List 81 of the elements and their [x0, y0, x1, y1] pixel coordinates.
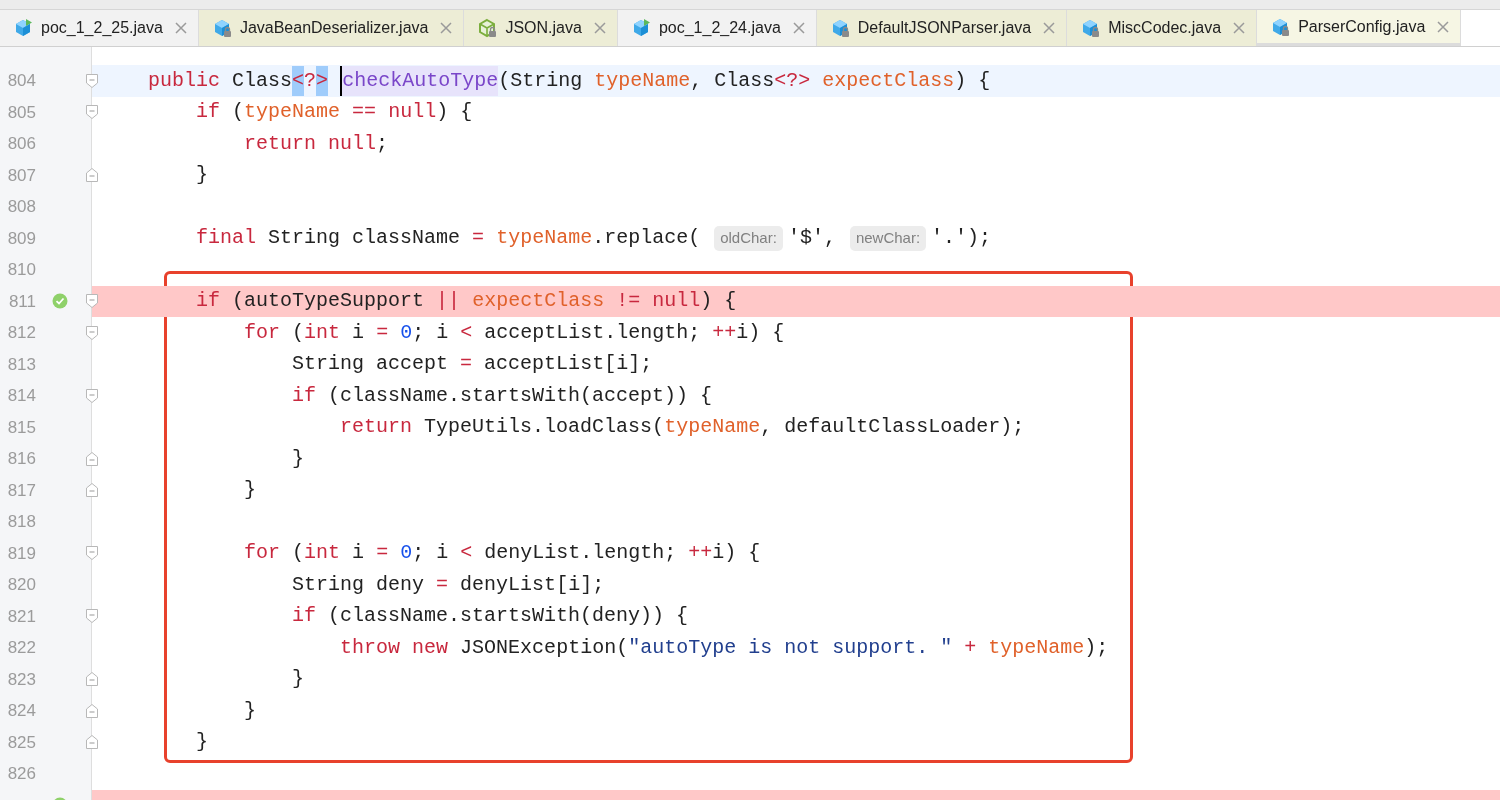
- fold-icon[interactable]: [85, 167, 99, 184]
- line-number: 820: [7, 574, 36, 596]
- line-number: 814: [7, 385, 36, 407]
- line-number: 822: [7, 637, 36, 659]
- code-line: }: [243, 477, 257, 504]
- line-number: 824: [7, 700, 36, 722]
- code-line: String deny = denyList[i];: [291, 571, 605, 598]
- fold-icon[interactable]: [85, 387, 99, 404]
- line-number: 815: [7, 416, 36, 439]
- editor-tab[interactable]: MiscCodec.java: [1067, 10, 1258, 46]
- locked-class-icon: [1270, 16, 1291, 37]
- close-icon[interactable]: [1233, 22, 1246, 34]
- code-line: for (int i = 0; i < acceptList.length; ++i) {: [243, 319, 785, 346]
- line-number: 819: [7, 542, 36, 565]
- line-number: 811: [8, 290, 36, 313]
- code-line: if (className.startsWith(accept)) {: [291, 382, 713, 409]
- code-line: if (className.startsWith(deny)) {: [291, 603, 689, 630]
- line-number: 806: [7, 133, 36, 155]
- code-line: }: [243, 697, 257, 724]
- tab-label: JSON.java: [505, 18, 582, 38]
- line-number: 807: [7, 164, 36, 187]
- close-icon[interactable]: [1437, 20, 1450, 33]
- code-line: if (autoTypeSupport || expectClass != null) {: [195, 288, 737, 315]
- editor-tab[interactable]: poc_1_2_25.java: [0, 10, 199, 46]
- code-line: }: [291, 445, 305, 472]
- fold-icon[interactable]: [85, 324, 99, 341]
- line-number: 823: [7, 668, 36, 691]
- close-icon[interactable]: [1043, 22, 1056, 34]
- code-line: }: [291, 666, 305, 693]
- fold-icon[interactable]: [85, 734, 99, 751]
- editor-tab[interactable]: DefaultJSONParser.java: [816, 10, 1068, 46]
- close-icon[interactable]: [593, 22, 606, 34]
- locked-class-icon: [1080, 18, 1101, 38]
- line-number: 808: [7, 196, 36, 218]
- editor-tab[interactable]: JSON.java: [464, 10, 618, 46]
- line-number: 818: [7, 511, 36, 533]
- tab-label: MiscCodec.java: [1108, 18, 1222, 38]
- line-number: 804: [7, 70, 36, 92]
- line-number: 809: [7, 227, 36, 250]
- line-number: 821: [7, 605, 36, 628]
- line-number: 825: [7, 731, 36, 754]
- code-line: for (int i = 0; i < denyList.length; ++i) {: [243, 540, 761, 567]
- code-line: if (typeName == null) {: [195, 99, 473, 126]
- code-line: throw new JSONException("autoType is not support. " + typeName);: [339, 634, 1109, 661]
- close-icon[interactable]: [174, 22, 187, 34]
- code-line: String accept = acceptList[i];: [291, 351, 653, 378]
- fold-icon[interactable]: [85, 702, 99, 719]
- tab-label: ParserConfig.java: [1298, 16, 1426, 37]
- breakpoint-check-icon[interactable]: [52, 293, 68, 310]
- runnable-class-icon: [13, 18, 33, 38]
- close-icon[interactable]: [792, 22, 805, 34]
- code-line: final String className = typeName.replace( oldChar: '$', newChar: '.');: [195, 225, 992, 253]
- line-number: 816: [7, 448, 36, 470]
- fold-icon[interactable]: [85, 608, 99, 625]
- editor-tab[interactable]: ParserConfig.java: [1257, 10, 1462, 46]
- fold-icon[interactable]: [85, 72, 99, 89]
- editor-tab[interactable]: poc_1_2_24.java: [617, 10, 817, 46]
- fold-icon[interactable]: [85, 482, 99, 499]
- code-line: public Class<?> checkAutoType(String typeName, Class<?> expectClass) {: [100, 65, 991, 96]
- code-line: }: [195, 162, 209, 189]
- fold-icon[interactable]: [85, 671, 99, 688]
- fold-icon[interactable]: [85, 293, 99, 310]
- fold-icon[interactable]: [85, 545, 99, 562]
- line-number: 826: [7, 763, 36, 785]
- tab-label: poc_1_2_24.java: [658, 18, 781, 38]
- fold-icon[interactable]: [85, 450, 99, 467]
- line-number: 812: [7, 322, 36, 344]
- line-number: 805: [7, 101, 36, 124]
- tab-label: poc_1_2_25.java: [41, 18, 163, 38]
- line-number: 817: [7, 479, 36, 502]
- line-number: 813: [7, 353, 36, 376]
- code-line: return TypeUtils.loadClass(typeName, defaultClassLoader);: [339, 414, 1025, 441]
- tab-label: JavaBeanDeserializer.java: [239, 18, 429, 38]
- code-line: }: [195, 729, 209, 756]
- tab-label: DefaultJSONParser.java: [857, 18, 1032, 38]
- fold-icon[interactable]: [85, 104, 99, 121]
- close-icon[interactable]: [440, 22, 453, 34]
- line-number: 810: [7, 259, 36, 281]
- code-line: return null;: [243, 130, 389, 157]
- editor-tab[interactable]: JavaBeanDeserializer.java: [198, 10, 465, 46]
- locked-class-icon: [477, 18, 498, 38]
